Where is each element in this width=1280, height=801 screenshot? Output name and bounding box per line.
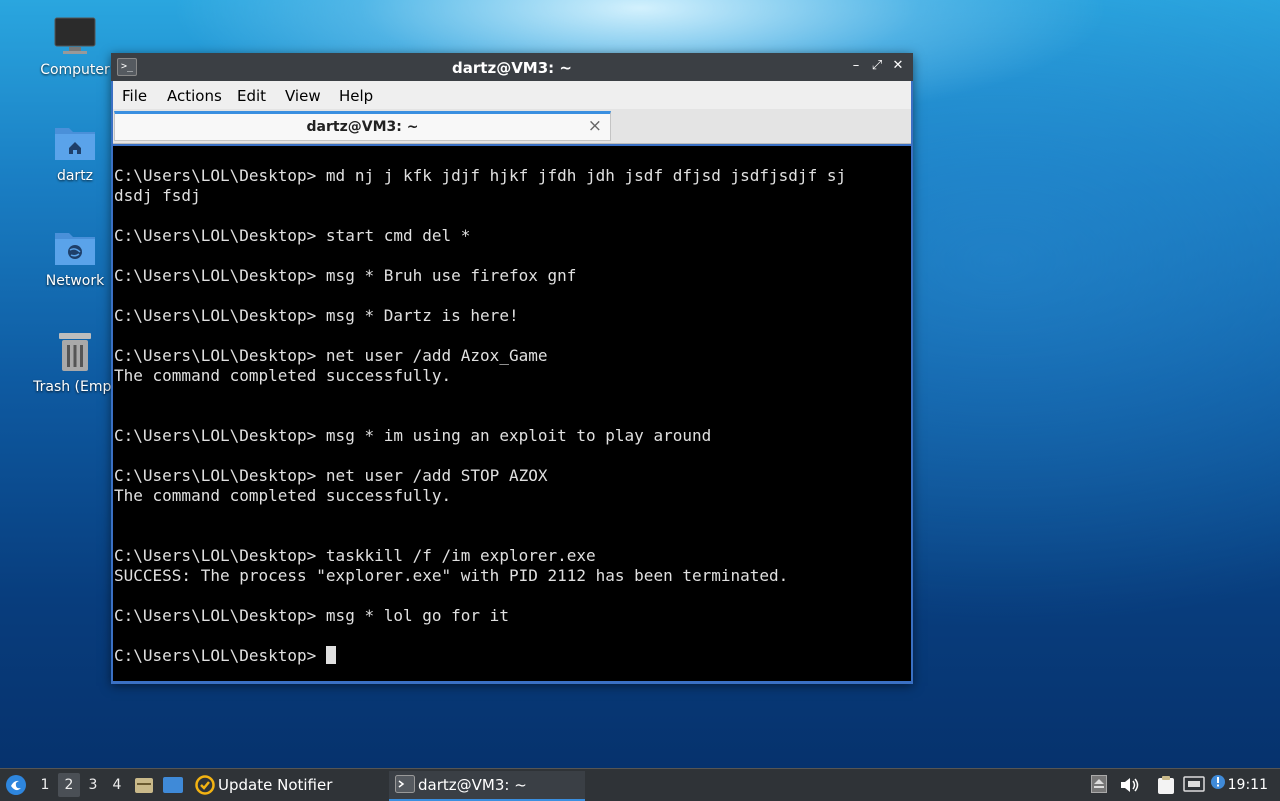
minimize-button[interactable]: –: [847, 57, 865, 75]
terminal-window: >_ dartz@VM3: ~ – ⤢ ✕ File Actions Edit …: [111, 53, 913, 684]
notification-icon[interactable]: [1210, 774, 1226, 790]
terminal-output[interactable]: C:\Users\LOL\Desktop> md nj j kfk jdjf h…: [113, 146, 911, 681]
eject-icon[interactable]: [1091, 775, 1107, 793]
window-title: dartz@VM3: ~: [452, 59, 572, 77]
task-update-notifier[interactable]: Update Notifier: [194, 771, 374, 799]
desktop-icon-label: Network: [45, 273, 105, 289]
menu-actions[interactable]: Actions: [167, 87, 222, 105]
desktop-icon-trash[interactable]: Trash (Empt: [25, 331, 125, 395]
terminal-line: The command completed successfully.: [114, 366, 452, 385]
network-icon[interactable]: [1183, 776, 1205, 794]
terminal-prompt: C:\Users\LOL\Desktop>: [114, 646, 326, 665]
desktop-icon-label: dartz: [56, 168, 94, 184]
desktop-icon-label: Trash (Empt: [33, 379, 117, 395]
update-notifier-icon: [195, 775, 215, 795]
workspace-2[interactable]: 2: [58, 773, 80, 797]
tab-terminal[interactable]: dartz@VM3: ~ ×: [114, 111, 611, 141]
workspace-1[interactable]: 1: [34, 773, 56, 797]
home-folder-icon: [55, 128, 95, 160]
taskbar: 1 2 3 4 Update Notifier dartz@VM3: ~ 19:…: [0, 768, 1280, 801]
menu-file[interactable]: File: [122, 87, 147, 105]
workspace-4[interactable]: 4: [106, 773, 128, 797]
terminal-line: C:\Users\LOL\Desktop> net user /add STOP…: [114, 466, 548, 485]
volume-icon[interactable]: [1119, 776, 1139, 794]
terminal-line: C:\Users\LOL\Desktop> msg * lol go for i…: [114, 606, 509, 625]
terminal-prompt-line: C:\Users\LOL\Desktop>: [114, 646, 846, 666]
clock[interactable]: 19:11: [1228, 769, 1268, 801]
network-folder-icon: [55, 233, 95, 265]
tab-bar: dartz@VM3: ~ ×: [113, 109, 911, 144]
terminal-icon: [395, 775, 415, 793]
close-button[interactable]: ✕: [889, 57, 907, 75]
trash-icon: [59, 333, 91, 371]
terminal-line: C:\Users\LOL\Desktop> md nj j kfk jdjf h…: [114, 166, 847, 185]
terminal-line: The command completed successfully.: [114, 486, 452, 505]
desktop-icon-label: Computer: [40, 62, 110, 78]
file-manager-icon[interactable]: [134, 775, 154, 795]
task-label: Update Notifier: [218, 776, 333, 794]
terminal-line: C:\Users\LOL\Desktop> net user /add Azox…: [114, 346, 548, 365]
tab-label: dartz@VM3: ~: [306, 119, 419, 135]
terminal-line: C:\Users\LOL\Desktop> start cmd del *: [114, 226, 471, 245]
task-terminal[interactable]: dartz@VM3: ~: [389, 771, 585, 801]
desktop-icon-dartz[interactable]: dartz: [25, 122, 125, 184]
desktop-icon-computer[interactable]: Computer: [25, 16, 125, 78]
menu-help[interactable]: Help: [339, 87, 373, 105]
menu-edit[interactable]: Edit: [237, 87, 266, 105]
workspace-3[interactable]: 3: [82, 773, 104, 797]
terminal-line: C:\Users\LOL\Desktop> msg * im using an …: [114, 426, 712, 445]
tab-close-button[interactable]: ×: [588, 116, 602, 136]
task-label: dartz@VM3: ~: [418, 776, 527, 794]
show-desktop-icon[interactable]: [162, 775, 184, 795]
clipboard-icon[interactable]: [1157, 775, 1175, 795]
terminal-line: dsdj fsdj: [114, 186, 201, 205]
title-bar[interactable]: >_ dartz@VM3: ~ – ⤢ ✕: [111, 53, 913, 81]
menu-bar: File Actions Edit View Help: [113, 81, 911, 109]
terminal-line: C:\Users\LOL\Desktop> msg * Bruh use fir…: [114, 266, 577, 285]
terminal-text: C:\Users\LOL\Desktop> md nj j kfk jdjf h…: [114, 166, 846, 666]
app-menu-icon[interactable]: [5, 774, 27, 796]
terminal-cursor: [325, 646, 336, 664]
terminal-line: C:\Users\LOL\Desktop> taskkill /f /im ex…: [114, 546, 596, 565]
terminal-line: SUCCESS: The process "explorer.exe" with…: [114, 566, 789, 585]
desktop-icon-network[interactable]: Network: [25, 227, 125, 289]
terminal-line: C:\Users\LOL\Desktop> msg * Dartz is her…: [114, 306, 519, 325]
monitor-icon: [54, 17, 96, 54]
menu-view[interactable]: View: [285, 87, 321, 105]
maximize-button[interactable]: ⤢: [868, 57, 886, 75]
